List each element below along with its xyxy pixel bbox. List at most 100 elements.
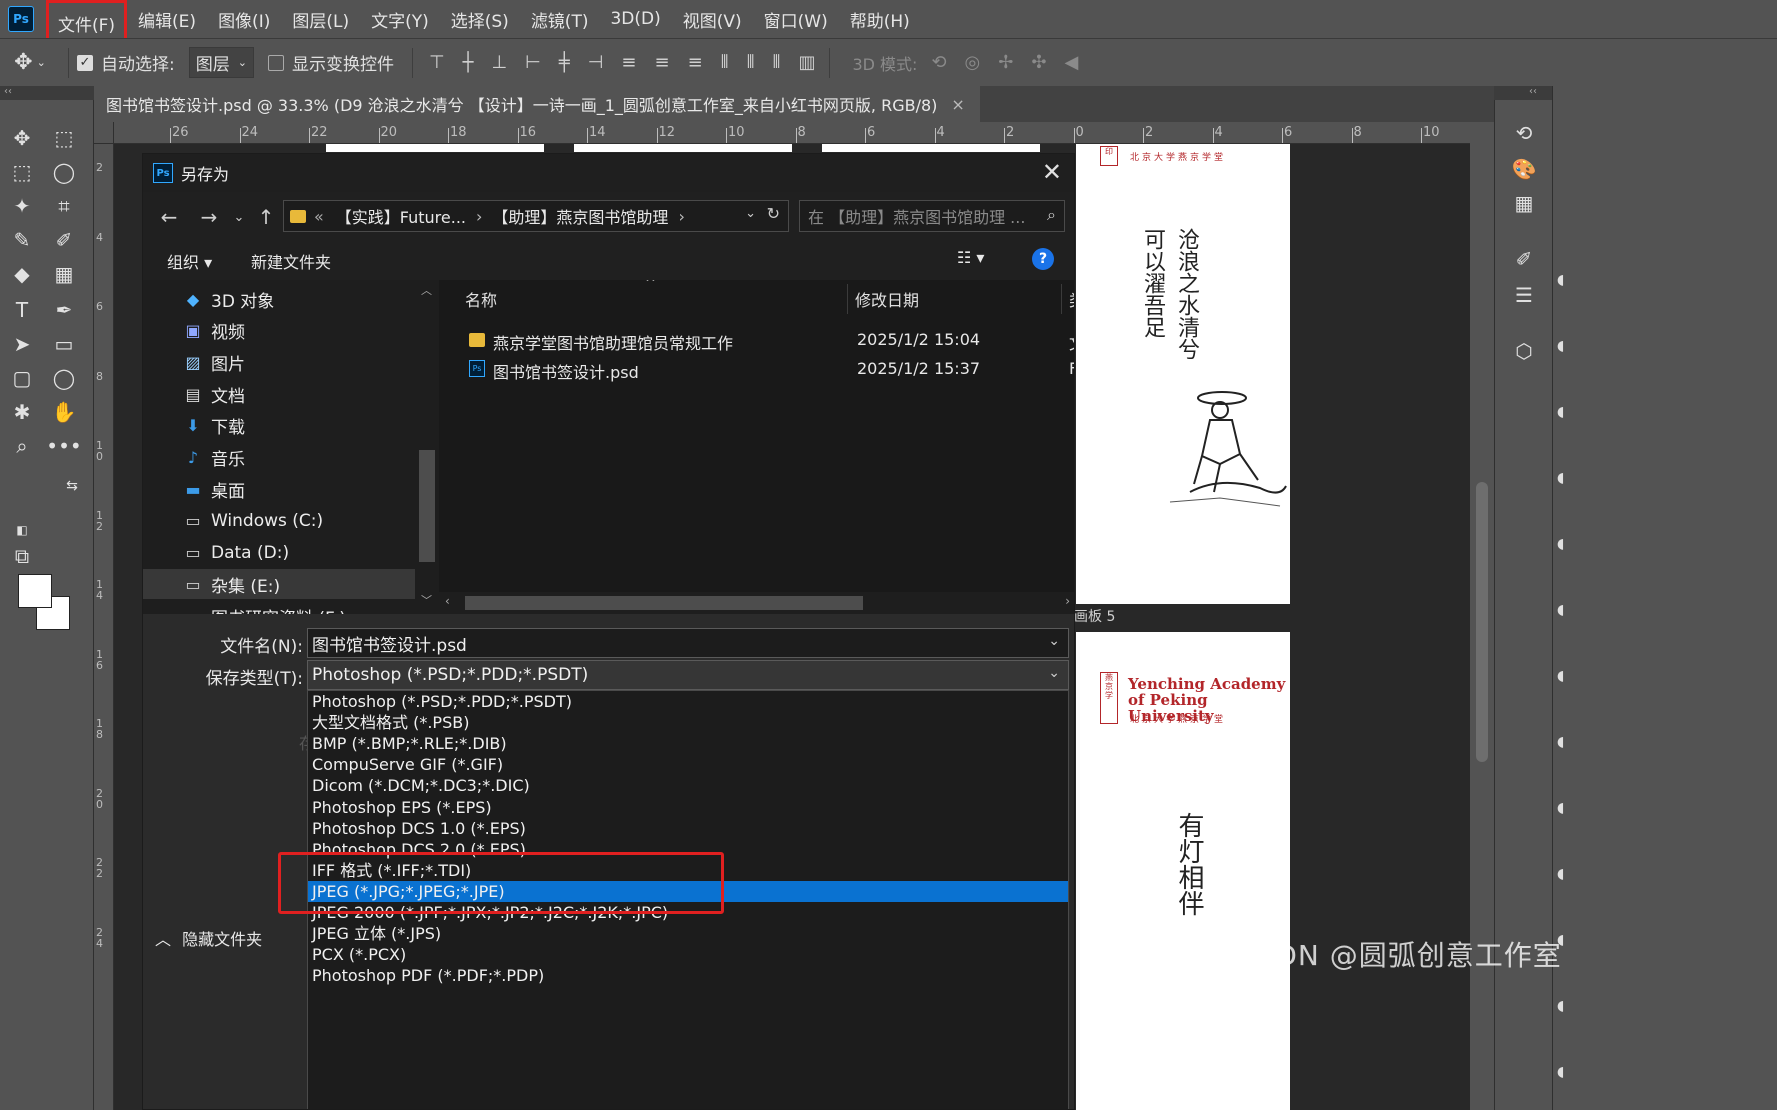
more-tools-icon[interactable]: ••• [46,430,82,462]
recent-locations-chevron-icon[interactable]: ⌄ [229,210,249,225]
history-icon[interactable]: ⟲ [1509,118,1539,148]
pan-3d-icon[interactable]: ✢ [998,52,1013,73]
auto-select-checkbox[interactable]: ✓ [77,54,93,71]
column-divider[interactable] [847,284,848,314]
artboard-tool-icon[interactable]: ⬚ [46,122,82,154]
eye-icon[interactable]: ◖ [1557,470,1564,486]
orbit-3d-icon[interactable]: ⟲ [931,52,946,73]
file-row[interactable]: 燕京学堂图书馆助理馆员常规工作 2025/1/2 15:04 文 [439,326,1074,354]
save-type-option[interactable]: JPEG 立体 (*.JPS) [308,923,1068,944]
filename-field[interactable]: 图书馆书签设计.psd ⌄ [307,628,1069,658]
save-type-option[interactable]: BMP (*.BMP;*.RLE;*.DIB) [308,733,1068,754]
nav-item[interactable]: ▭ Windows (C:) [183,506,323,536]
menu-edit[interactable]: 编辑(E) [127,0,207,38]
save-type-option[interactable]: 大型文档格式 (*.PSB) [308,712,1068,733]
eraser-icon[interactable]: ◆ [4,258,40,290]
gradient-tool-icon[interactable]: ▦ [46,258,82,290]
video-camera-icon[interactable]: ◀ [1064,52,1078,73]
rounded-rect-icon[interactable]: ▢ [4,362,40,394]
document-tab[interactable]: 图书馆书签设计.psd @ 33.3% (D9 沧浪之水清兮 【设计】一诗一画_… [94,86,980,122]
menu-layer[interactable]: 图层(L) [281,0,360,38]
scroll-up-icon[interactable]: ︿ [421,282,432,298]
scroll-thumb[interactable] [1476,482,1488,762]
column-header-type[interactable]: 类 [1069,280,1074,318]
menu-help[interactable]: 帮助(H) [839,0,921,38]
distribute-hcenter-icon[interactable]: ⦀ [747,52,755,73]
auto-align-icon[interactable]: ▥ [798,52,815,73]
menu-window[interactable]: 窗口(W) [753,0,839,38]
color-palette-icon[interactable]: 🎨 [1509,154,1539,184]
save-type-option[interactable]: Photoshop (*.PSD;*.PDD;*.PSDT) [308,691,1068,712]
menu-image[interactable]: 图像(I) [207,0,281,38]
nav-item[interactable]: ▣ 视频 [183,316,245,346]
save-type-option[interactable]: PCX (*.PCX) [308,944,1068,965]
eye-icon[interactable]: ◖ [1557,734,1564,750]
move-tool-icon[interactable]: ✥ [4,122,40,154]
menu-filter[interactable]: 滤镜(T) [520,0,600,38]
auto-select-dropdown[interactable]: 图层 ⌄ [188,47,254,78]
brush-tool-icon[interactable]: ✐ [46,224,82,256]
align-vcenter-icon[interactable]: ┼ [463,52,474,73]
eye-icon[interactable]: ◖ [1557,866,1564,882]
distribute-right-icon[interactable]: ⦀ [773,52,781,73]
scroll-thumb[interactable] [419,450,435,562]
nav-item[interactable]: ▨ 图片 [183,347,245,377]
file-horizontal-scrollbar[interactable]: ‹ › [439,592,1074,614]
breadcrumb-segment[interactable]: 【实践】Future... [336,204,466,228]
3d-cube-icon[interactable]: ⬡ [1509,336,1539,366]
search-input[interactable]: 在 【助理】燕京图书馆助理 ... ⌕ [799,200,1065,232]
marquee-tool-icon[interactable]: ⬚ [4,156,40,188]
swatches-icon[interactable]: ▦ [1509,188,1539,218]
save-type-option[interactable]: Photoshop EPS (*.EPS) [308,797,1068,818]
refresh-icon[interactable]: ↻ [767,204,780,223]
breadcrumb-segment[interactable]: 【助理】燕京图书馆助理 [492,204,668,228]
chevron-down-icon[interactable]: ⌄ [1048,633,1060,649]
swap-colors-icon[interactable]: ⇆ [54,470,90,502]
align-hcenter-icon[interactable]: ╪ [559,52,570,73]
scroll-left-icon[interactable]: ‹ [445,594,450,608]
align-left-icon[interactable]: ⊢ [525,52,541,73]
eye-icon[interactable]: ◖ [1557,272,1564,288]
search-icon[interactable]: ⌕ [1047,205,1056,225]
brush-settings-icon[interactable]: ✐ [1509,244,1539,274]
new-folder-button[interactable]: 新建文件夹 [251,249,331,273]
close-tab-icon[interactable]: × [951,95,964,114]
distribute-bottom-icon[interactable]: ≡ [688,52,703,73]
hand-tool-icon[interactable]: ✋ [46,396,82,428]
align-right-icon[interactable]: ⊣ [588,52,604,73]
eye-icon[interactable]: ◖ [1557,338,1564,354]
lasso-tool-icon[interactable]: ◯ [46,156,82,188]
eye-icon[interactable]: ◖ [1557,602,1564,618]
eye-icon[interactable]: ◖ [1557,668,1564,684]
rectangle-tool-icon[interactable]: ▭ [46,328,82,360]
column-header-name[interactable]: 名称 [465,280,497,318]
zoom-tool-icon[interactable]: ⌕ [4,430,40,462]
address-dropdown-icon[interactable]: ⌄ [745,206,756,221]
eye-icon[interactable]: ◖ [1557,998,1564,1014]
menu-type[interactable]: 文字(Y) [360,0,440,38]
back-arrow-icon[interactable]: ← [149,205,189,229]
toolbar-collapse[interactable]: ‹‹ [0,86,94,100]
close-icon[interactable]: ✕ [1042,158,1062,186]
nav-item[interactable]: ◆ 3D 对象 [183,284,274,314]
menu-view[interactable]: 视图(V) [672,0,753,38]
hide-folders-toggle[interactable]: ︿ 隐藏文件夹 [155,926,262,950]
scroll-thumb[interactable] [465,596,863,610]
slide-3d-icon[interactable]: ✣ [1031,52,1046,73]
address-bar[interactable]: « 【实践】Future... › 【助理】燕京图书馆助理 › ⌄ ↻ [283,200,789,232]
screen-mode-icon[interactable]: ⧉ [4,540,40,572]
save-type-option[interactable]: CompuServe GIF (*.GIF) [308,754,1068,775]
scroll-down-icon[interactable]: ﹀ [421,592,432,608]
nav-scrollbar[interactable]: ︿ ﹀ [415,280,439,614]
magic-wand-icon[interactable]: ✦ [4,190,40,222]
save-type-option[interactable]: Dicom (*.DCM;*.DC3;*.DIC) [308,775,1068,796]
artboard-bookmark-2[interactable]: 燕京学 Yenching Academy of Peking Universit… [1076,632,1290,1110]
chevron-down-icon[interactable]: ⌄ [1048,665,1060,681]
column-divider[interactable] [1061,284,1062,314]
distribute-vcenter-icon[interactable]: ≡ [654,52,669,73]
view-options-icon[interactable]: ☷ ▾ [957,248,984,267]
menu-3d[interactable]: 3D(D) [599,0,671,38]
eye-icon[interactable]: ◖ [1557,800,1564,816]
nav-item[interactable]: ▭ 图书研究资料 (F:) [183,601,345,615]
save-type-option[interactable]: Photoshop PDF (*.PDF;*.PDP) [308,965,1068,986]
